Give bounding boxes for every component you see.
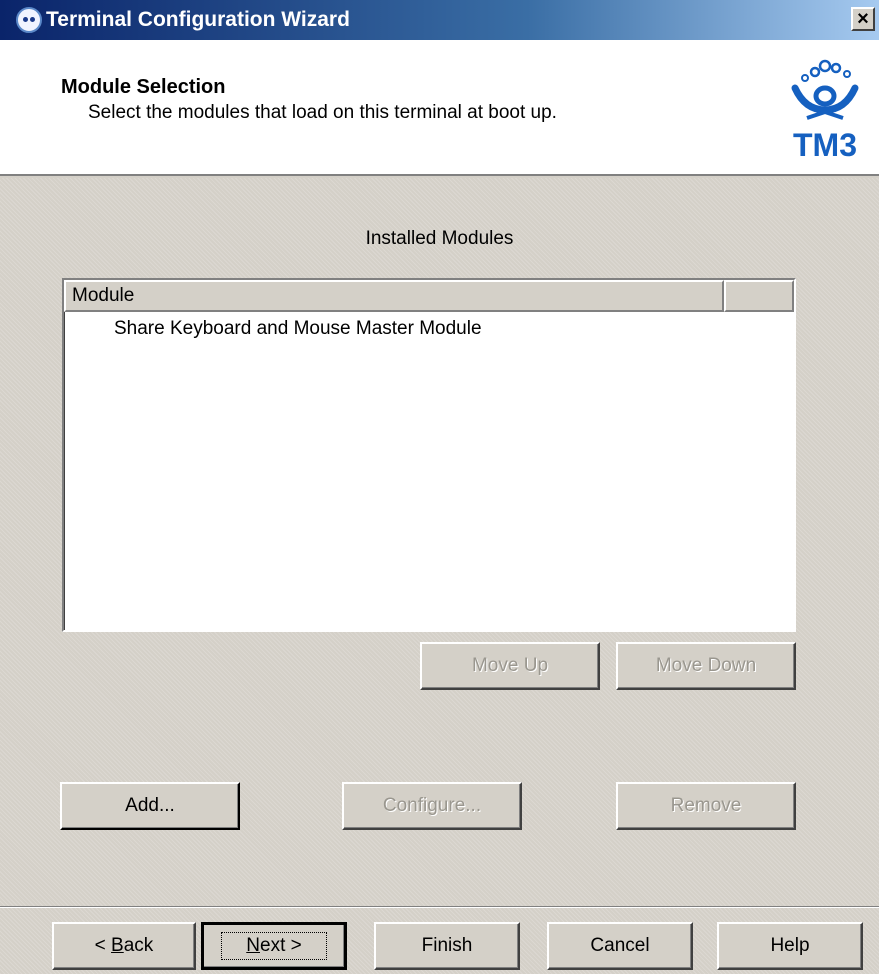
app-icon — [16, 7, 42, 33]
column-header-module[interactable]: Module — [64, 280, 724, 312]
remove-button[interactable]: Remove — [616, 782, 796, 830]
logo-text: TM3 — [793, 127, 857, 162]
modules-list[interactable]: Module Share Keyboard and Mouse Master M… — [62, 278, 796, 632]
list-item[interactable]: Share Keyboard and Mouse Master Module — [64, 312, 794, 346]
column-header-filler — [724, 280, 794, 312]
help-button[interactable]: Help — [717, 922, 863, 970]
footer-separator — [0, 906, 879, 908]
list-header: Module — [64, 280, 794, 312]
title-bar: Terminal Configuration Wizard × — [0, 0, 879, 40]
page-subtitle: Select the modules that load on this ter… — [88, 102, 557, 123]
next-accelerator: N — [246, 935, 260, 956]
wizard-header: Module Selection Select the modules that… — [0, 40, 879, 176]
close-button[interactable]: × — [851, 7, 875, 31]
back-rest: ack — [123, 935, 154, 956]
back-prefix: < — [94, 935, 112, 956]
page-title: Module Selection — [61, 76, 226, 98]
add-button[interactable]: Add... — [60, 782, 240, 830]
move-up-button[interactable]: Move Up — [420, 642, 600, 690]
back-accelerator: B — [111, 935, 124, 956]
next-rest: ext > — [260, 935, 302, 956]
next-button[interactable]: Next > — [201, 922, 347, 970]
finish-button[interactable]: Finish — [374, 922, 520, 970]
installed-modules-label: Installed Modules — [365, 228, 514, 249]
move-down-button[interactable]: Move Down — [616, 642, 796, 690]
tm3-logo-icon: TM3 — [791, 59, 859, 162]
back-button[interactable]: < Back — [52, 922, 196, 970]
configure-button[interactable]: Configure... — [342, 782, 522, 830]
cancel-button[interactable]: Cancel — [547, 922, 693, 970]
window-title: Terminal Configuration Wizard — [46, 8, 350, 31]
next-focus-rect: Next > — [221, 932, 327, 960]
